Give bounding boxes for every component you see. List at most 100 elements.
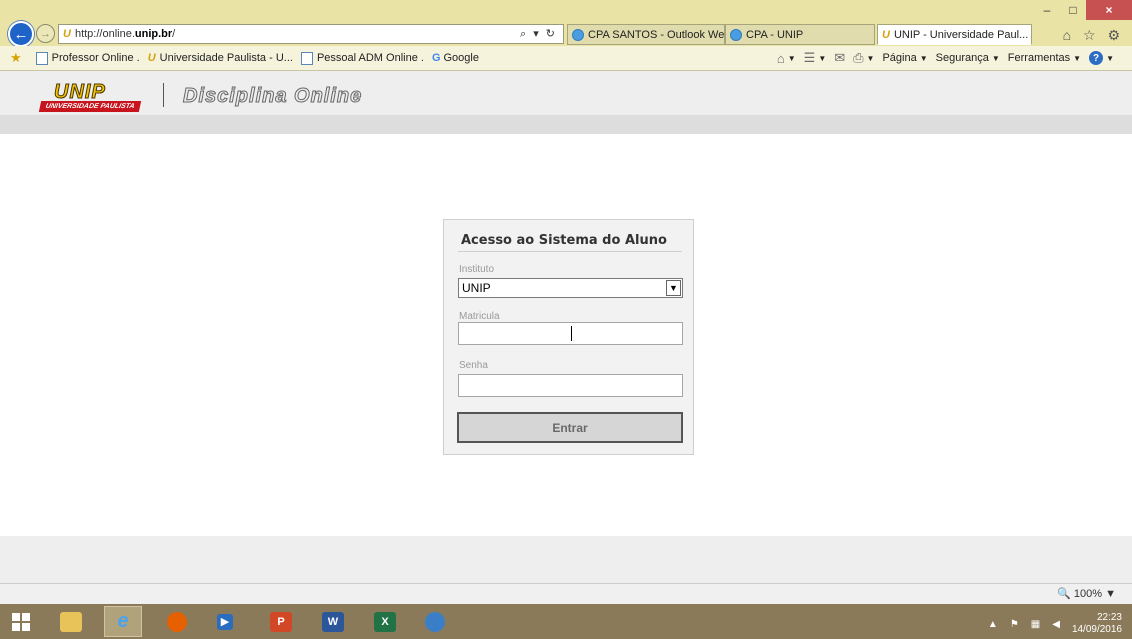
tab-unip[interactable]: U UNIP - Universidade Paul... × bbox=[877, 24, 1032, 45]
login-panel: Acesso ao Sistema do Aluno Instituto UNI… bbox=[443, 219, 694, 455]
entrar-button[interactable]: Entrar bbox=[457, 412, 683, 443]
print-command[interactable]: ⎙ ▼ bbox=[853, 50, 874, 66]
ie-page-icon bbox=[572, 28, 584, 41]
chevron-down-icon: ▼ bbox=[1105, 588, 1116, 600]
mail-command[interactable]: ✉ bbox=[834, 50, 845, 66]
favorite-label: Universidade Paulista - U... bbox=[159, 52, 293, 64]
taskbar-word[interactable]: W bbox=[314, 606, 352, 637]
start-button[interactable] bbox=[4, 606, 38, 637]
system-tray: ▲ ⚑ ▦ ◀ 22:23 14/09/2016 bbox=[988, 612, 1122, 636]
site-header: UNIP UNIVERSIDADE PAULISTA Disciplina On… bbox=[0, 71, 1132, 115]
volume-icon[interactable]: ◀ bbox=[1052, 619, 1060, 630]
print-icon: ⎙ bbox=[853, 50, 864, 65]
address-url[interactable]: http://online.unip.br/ bbox=[75, 28, 175, 40]
status-bar: 🔍 100% ▼ bbox=[0, 583, 1132, 604]
help-icon: ? bbox=[1089, 51, 1104, 65]
taskbar-powerpoint[interactable]: P bbox=[262, 606, 300, 637]
clock-time: 22:23 bbox=[1096, 612, 1122, 623]
home-command[interactable]: ⌂ ▼ bbox=[777, 51, 796, 66]
taskbar-firefox[interactable] bbox=[158, 606, 196, 637]
clock[interactable]: 22:23 14/09/2016 bbox=[1072, 612, 1122, 636]
footer-band bbox=[0, 536, 1132, 583]
tab-outlook[interactable]: CPA SANTOS - Outlook We... bbox=[567, 24, 725, 45]
taskbar-internet-explorer[interactable]: e bbox=[104, 606, 142, 637]
word-icon: W bbox=[322, 611, 344, 632]
favorite-pessoal-adm[interactable]: Pessoal ADM Online . bbox=[300, 51, 424, 65]
chevron-down-icon: ▼ bbox=[787, 53, 796, 63]
page-menu[interactable]: Página ▼ bbox=[882, 52, 927, 64]
minimize-button[interactable]: – bbox=[1034, 0, 1060, 20]
arrow-left-icon: ← bbox=[13, 25, 29, 43]
text-cursor bbox=[571, 326, 572, 341]
chevron-down-icon: ▼ bbox=[1073, 53, 1082, 63]
page-icon bbox=[35, 51, 48, 65]
chevron-down-icon[interactable]: ▼ bbox=[666, 280, 681, 296]
window-controls: – □ × bbox=[1034, 0, 1132, 20]
favorite-label: Pessoal ADM Online . bbox=[316, 52, 424, 64]
windows-logo-icon bbox=[12, 612, 30, 631]
instituto-selected-value: UNIP bbox=[462, 281, 491, 295]
chevron-down-icon: ▼ bbox=[991, 53, 1000, 63]
url-domain: unip.br bbox=[134, 28, 173, 40]
instituto-label: Instituto bbox=[459, 264, 495, 275]
maximize-button[interactable]: □ bbox=[1060, 0, 1086, 20]
senha-input[interactable] bbox=[458, 374, 683, 397]
favorites-star[interactable]: ★ bbox=[10, 50, 28, 66]
home-favorites-settings-icons[interactable]: ⌂ ☆ ⚙ bbox=[1063, 27, 1124, 44]
clock-date: 14/09/2016 bbox=[1071, 624, 1122, 635]
mail-icon: ✉ bbox=[834, 50, 846, 65]
close-button[interactable]: × bbox=[1086, 0, 1132, 20]
zoom-icon: 🔍 bbox=[1057, 588, 1071, 600]
favorite-universidade-paulista[interactable]: U Universidade Paulista - U... bbox=[148, 52, 293, 64]
help-menu[interactable]: ? ▼ bbox=[1089, 51, 1114, 65]
header-divider bbox=[163, 83, 164, 107]
taskbar-file-explorer[interactable] bbox=[52, 606, 90, 637]
unip-logo[interactable]: UNIP UNIVERSIDADE PAULISTA bbox=[38, 81, 142, 112]
safety-menu-label: Segurança bbox=[935, 52, 989, 64]
tab-cpa-unip[interactable]: CPA - UNIP bbox=[725, 24, 875, 45]
search-refresh-icons[interactable]: ⌕ ▾ ↻ bbox=[520, 27, 557, 41]
folder-icon bbox=[60, 611, 82, 632]
tools-menu[interactable]: Ferramentas ▼ bbox=[1008, 52, 1081, 64]
chevron-down-icon: ▼ bbox=[818, 53, 827, 63]
taskbar-excel[interactable]: X bbox=[366, 606, 404, 637]
favorite-professor-online[interactable]: Professor Online . bbox=[35, 51, 140, 65]
show-hidden-icons-icon[interactable]: ▲ bbox=[988, 619, 998, 630]
network-icon[interactable]: ▦ bbox=[1031, 619, 1040, 630]
feeds-command[interactable]: ☰ ▼ bbox=[804, 50, 827, 66]
chevron-down-icon: ▼ bbox=[1106, 53, 1114, 63]
safety-menu[interactable]: Segurança ▼ bbox=[936, 52, 1000, 64]
favorite-google[interactable]: G Google bbox=[432, 52, 479, 64]
taskbar: e ▶ P W X ▲ ⚑ ▦ ◀ 22:23 14/09/2016 bbox=[0, 604, 1132, 639]
logo-band: UNIVERSIDADE PAULISTA bbox=[38, 101, 142, 112]
zoom-level: 100% bbox=[1073, 588, 1103, 600]
tab-label: CPA - UNIP bbox=[746, 28, 804, 41]
home-icon: ⌂ bbox=[776, 50, 785, 66]
browser-titlebar: ← → U http://online.unip.br/ ⌕ ▾ ↻ CPA S… bbox=[0, 0, 1132, 47]
matricula-input[interactable] bbox=[458, 322, 683, 345]
internet-explorer-icon: e bbox=[117, 610, 129, 632]
header-subbar bbox=[0, 115, 1132, 134]
rss-icon: ☰ bbox=[803, 50, 816, 65]
url-suffix: / bbox=[172, 28, 176, 40]
back-button[interactable]: ← bbox=[8, 21, 34, 47]
tab-label: UNIP - Universidade Paul... bbox=[893, 28, 1029, 41]
excel-icon: X bbox=[374, 611, 396, 632]
chevron-down-icon: ▼ bbox=[919, 53, 928, 63]
favorites-star-icon: ★ bbox=[10, 50, 22, 65]
taskbar-paint[interactable] bbox=[416, 606, 454, 637]
arrow-right-icon: → bbox=[40, 27, 51, 40]
zoom-control[interactable]: 🔍 100% ▼ bbox=[1057, 587, 1116, 600]
page-content: UNIP UNIVERSIDADE PAULISTA Disciplina On… bbox=[0, 71, 1132, 583]
paint-icon bbox=[425, 611, 445, 632]
favorite-label: Google bbox=[443, 52, 479, 64]
unip-favicon-icon: U bbox=[882, 28, 890, 41]
unip-favicon-icon: U bbox=[147, 52, 156, 64]
senha-label: Senha bbox=[459, 360, 488, 371]
taskbar-media-player[interactable]: ▶ bbox=[206, 606, 244, 637]
instituto-select[interactable]: UNIP ▼ bbox=[458, 278, 683, 298]
favorite-label: Professor Online . bbox=[51, 52, 140, 64]
forward-button[interactable]: → bbox=[36, 24, 55, 43]
action-center-flag-icon[interactable]: ⚑ bbox=[1010, 619, 1019, 630]
address-bar[interactable]: U http://online.unip.br/ ⌕ ▾ ↻ bbox=[58, 24, 564, 44]
